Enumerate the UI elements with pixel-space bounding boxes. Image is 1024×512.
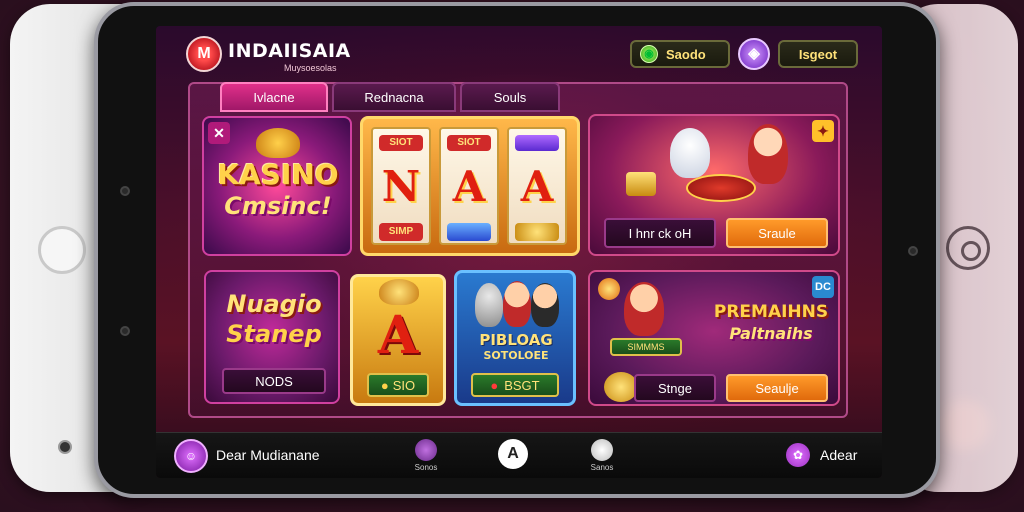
app-screen: M INDAIISAIA Muysoesolas ◉ Saodo ◈ Isgeo… <box>156 26 882 478</box>
gem-icon <box>515 135 559 151</box>
bottom-navigation: ☺ Dear Mudianane Sonos A Sanos ✿ Adear <box>156 432 882 478</box>
right-pill-label: Isgeot <box>798 46 838 62</box>
right-pill[interactable]: Isgeot <box>778 40 858 68</box>
reel-top-label: SIOT <box>447 135 491 151</box>
promo-right-button[interactable]: Sraule <box>726 218 828 248</box>
camera-icon <box>58 440 72 454</box>
nav-right-label[interactable]: Adear <box>820 447 857 463</box>
coins-stack-icon <box>604 372 638 402</box>
stamp-button[interactable]: NODS <box>222 368 326 394</box>
balance-pill[interactable]: ◉ Saodo <box>630 40 730 68</box>
avatar[interactable]: ☺ <box>174 439 208 473</box>
coin-icon <box>515 223 559 241</box>
reel-bottom-label: SIMP <box>379 223 423 241</box>
coin-icon: ◉ <box>640 45 658 63</box>
game-card-slot[interactable]: SIOT N SIMP SIOT A A <box>360 116 580 256</box>
tab-rednacna[interactable]: Rednacna <box>332 82 456 112</box>
close-icon[interactable]: ✕ <box>208 122 230 144</box>
coin-icon <box>598 278 620 300</box>
nav-item-label: Sonos <box>414 463 438 472</box>
people-title: PIBLOAG <box>479 331 553 349</box>
games-panel: Ivlacne Rednacna Souls ✕ KASINO Cmsinc! … <box>188 82 848 418</box>
premium-title: PREMAIHNS <box>713 302 829 322</box>
nav-home-button[interactable]: A <box>498 439 528 469</box>
coin-icon: ● <box>380 377 389 393</box>
nav-item-label: Sanos <box>590 463 614 472</box>
character-icon <box>624 282 664 336</box>
star-icon[interactable]: ✦ <box>812 120 834 142</box>
dealer-character-icon <box>748 124 788 184</box>
app-logo-icon: M <box>186 36 222 72</box>
tiger-icon <box>379 279 419 305</box>
reel-top-label: SIOT <box>379 135 423 151</box>
gold-button-label: SIO <box>392 377 416 393</box>
tab-label: Rednacna <box>364 89 424 105</box>
sensor-dot <box>120 186 130 196</box>
premium-badge[interactable]: DC <box>812 276 834 298</box>
game-card-people[interactable]: PIBLOAG SOTOLOEE ● BSGT <box>454 270 576 406</box>
gold-button[interactable]: ● SIO <box>367 373 429 397</box>
kasino-title: KASINO <box>217 158 339 191</box>
sensor-dot <box>120 326 130 336</box>
roulette-icon <box>686 174 756 202</box>
premium-banner: SIMMMS <box>610 338 682 356</box>
reel-symbol: N <box>381 162 421 211</box>
tab-souls[interactable]: Souls <box>460 82 560 112</box>
gem-icon <box>447 223 491 241</box>
settings-icon[interactable]: ✿ <box>786 443 810 467</box>
slot-reel: A <box>507 127 567 245</box>
app-subtitle: Muysoesolas <box>284 63 337 73</box>
stamp-title: Nuagio <box>226 290 322 318</box>
kasino-subtitle: Cmsinc! <box>224 192 332 220</box>
nav-item-2[interactable]: Sonos <box>406 439 446 472</box>
gamepad-icon <box>591 439 613 461</box>
premium-subtitle: Paltnaihs <box>729 324 813 343</box>
promo-card-top[interactable]: ✦ I hnr ck oH Sraule <box>588 114 840 256</box>
game-card-gold[interactable]: A ● SIO <box>350 274 446 406</box>
stamp-subtitle: Stanep <box>226 320 322 348</box>
tiger-icon <box>256 128 300 158</box>
game-card-premium[interactable]: DC SIMMMS PREMAIHNS Paltnaihs Stnge Seau… <box>588 270 840 406</box>
nav-item-4[interactable]: Sanos <box>582 439 622 472</box>
cat-character-icon <box>670 128 710 178</box>
slot-reel: SIOT N SIMP <box>371 127 431 245</box>
tab-label: Souls <box>493 89 527 105</box>
profile-icon <box>415 439 437 461</box>
sensor-dot <box>908 246 918 256</box>
gold-symbol: A <box>377 305 419 366</box>
camera-ring-icon <box>946 226 990 270</box>
game-card-stamp[interactable]: Nuagio Stanep NODS <box>204 270 340 404</box>
gem-icon[interactable]: ◈ <box>738 38 770 70</box>
balance-label: Saodo <box>666 46 706 62</box>
people-button-label: BSGT <box>504 377 540 393</box>
record-icon: ● <box>490 377 499 393</box>
slot-reel: SIOT A <box>439 127 499 245</box>
people-button[interactable]: ● BSGT <box>471 373 559 397</box>
character-icon <box>503 281 531 327</box>
app-header: M INDAIISAIA Muysoesolas ◉ Saodo ◈ Isgeo… <box>156 26 882 82</box>
people-subtitle: SOTOLOEE <box>483 349 549 362</box>
character-icon <box>475 283 503 327</box>
premium-left-button[interactable]: Stnge <box>634 374 716 402</box>
character-icon <box>531 283 559 327</box>
game-card-kasino[interactable]: ✕ KASINO Cmsinc! <box>202 116 352 256</box>
coins-stack-icon <box>626 172 656 196</box>
tab-label: Ivlacne <box>253 89 295 105</box>
reel-symbol: A <box>520 162 554 211</box>
nav-user-label[interactable]: Dear Mudianane <box>216 447 320 463</box>
tablet-device: M INDAIISAIA Muysoesolas ◉ Saodo ◈ Isgeo… <box>94 2 940 498</box>
app-title: INDAIISAIA <box>228 40 351 62</box>
tab-ivlacne[interactable]: Ivlacne <box>220 82 328 112</box>
promo-left-button[interactable]: I hnr ck oH <box>604 218 716 248</box>
reel-symbol: A <box>452 162 486 211</box>
premium-right-button[interactable]: Seaulje <box>726 374 828 402</box>
home-button[interactable] <box>38 226 86 274</box>
